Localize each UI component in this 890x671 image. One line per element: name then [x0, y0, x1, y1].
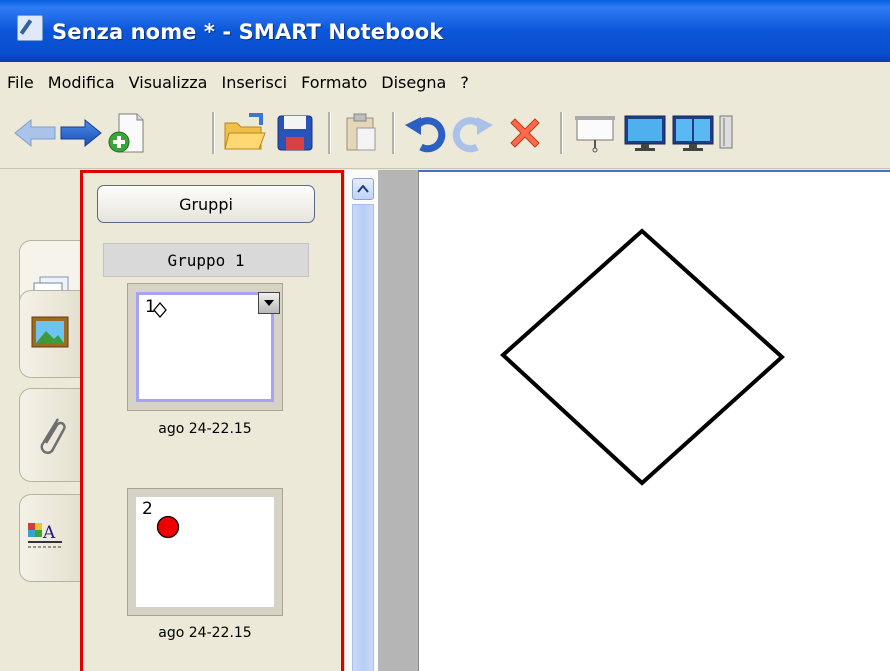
forward-icon	[60, 118, 102, 148]
menu-disegna[interactable]: Disegna	[373, 73, 452, 92]
menu-help[interactable]: ?	[452, 73, 475, 92]
forward-button[interactable]	[58, 110, 104, 156]
page-thumbnail-content: 2	[136, 497, 274, 607]
back-button[interactable]	[12, 110, 58, 156]
toolbar	[0, 102, 890, 169]
open-button[interactable]	[222, 110, 268, 156]
delete-button[interactable]	[502, 110, 548, 156]
more-tools-button[interactable]	[716, 110, 736, 156]
title-bar: Senza nome * - SMART Notebook	[0, 0, 890, 62]
properties-icon: A	[28, 523, 62, 548]
full-screen-icon	[624, 115, 666, 151]
window-title: Senza nome * - SMART Notebook	[52, 20, 444, 44]
scroll-thumb[interactable]	[352, 204, 374, 671]
side-tab-bar: A	[0, 170, 83, 671]
page-menu-button[interactable]	[258, 292, 280, 314]
page-thumbnail-content: 1	[136, 292, 274, 402]
dual-page-icon	[672, 115, 714, 151]
menu-visualizza[interactable]: Visualizza	[121, 73, 214, 92]
page-number: 2	[142, 499, 153, 519]
svg-text:A: A	[42, 523, 56, 543]
page-thumbnail-1[interactable]: 1	[127, 283, 283, 411]
sorter-scrollbar[interactable]	[344, 170, 378, 671]
full-screen-button[interactable]	[622, 110, 668, 156]
tab-gallery[interactable]	[19, 290, 82, 378]
paste-button[interactable]	[338, 110, 384, 156]
menu-file[interactable]: File	[0, 73, 40, 92]
menu-bar: File Modifica Visualizza Inserisci Forma…	[0, 62, 890, 102]
chevron-down-icon	[264, 300, 274, 306]
red-circle-icon	[156, 515, 180, 539]
back-icon	[14, 118, 56, 148]
screen-shade-button[interactable]	[572, 110, 618, 156]
group-label[interactable]: Gruppo 1	[103, 243, 309, 277]
undo-button[interactable]	[402, 110, 448, 156]
paste-icon	[346, 113, 376, 151]
open-folder-icon	[224, 113, 266, 150]
diamond-shape[interactable]	[499, 227, 789, 491]
diamond-shape-icon	[153, 302, 167, 318]
canvas-margin	[378, 170, 418, 671]
more-icon	[719, 115, 733, 149]
notebook-app-icon	[17, 15, 43, 41]
page-caption: ago 24-22.15	[158, 625, 252, 641]
add-page-icon	[108, 113, 144, 153]
page-thumbnail-2[interactable]: 2	[127, 488, 283, 616]
chevron-up-icon	[357, 185, 369, 193]
redo-icon	[452, 117, 493, 153]
dual-page-button[interactable]	[670, 110, 716, 156]
page-caption: ago 24-22.15	[158, 421, 252, 437]
tab-attachments[interactable]	[19, 388, 82, 482]
menu-inserisci[interactable]: Inserisci	[213, 73, 293, 92]
groups-button[interactable]: Gruppi	[97, 185, 315, 223]
scroll-up-button[interactable]	[352, 178, 374, 200]
attachments-icon	[40, 418, 66, 454]
delete-icon	[510, 118, 540, 148]
page-sorter-panel: Gruppi Gruppo 1 1 ago 24-22.15 2 ago 24-…	[80, 170, 344, 671]
whiteboard-canvas[interactable]	[418, 170, 890, 671]
menu-formato[interactable]: Formato	[293, 73, 373, 92]
undo-icon	[405, 117, 446, 153]
save-icon	[277, 115, 313, 151]
tab-properties[interactable]: A	[19, 494, 82, 582]
menu-modifica[interactable]: Modifica	[40, 73, 121, 92]
redo-button[interactable]	[450, 110, 496, 156]
save-button[interactable]	[272, 110, 318, 156]
gallery-icon	[31, 316, 69, 348]
add-page-button[interactable]	[104, 110, 150, 156]
screen-shade-icon	[575, 116, 615, 153]
